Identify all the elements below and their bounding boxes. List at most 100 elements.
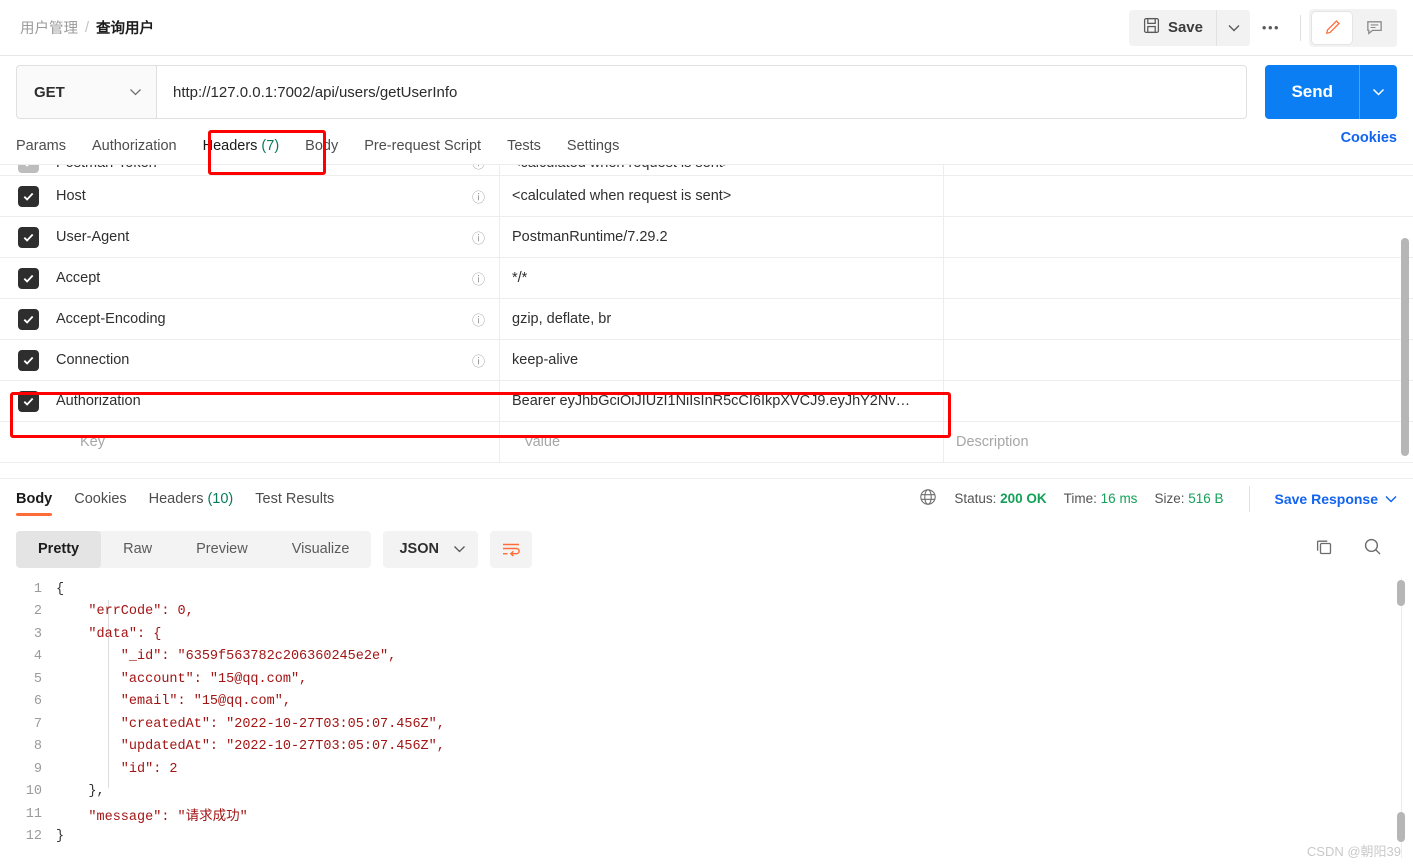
response-tab-test-results[interactable]: Test Results	[255, 480, 334, 518]
table-row-authorization[interactable]: Authorization Bearer eyJhbGciOiJIUzI1NiI…	[0, 380, 1413, 422]
tab-headers[interactable]: Headers (7)	[190, 130, 293, 168]
table-row[interactable]: Accept ⓘ */*	[0, 257, 1413, 299]
header-description-cell[interactable]	[944, 258, 1413, 299]
header-value-cell[interactable]: <calculated when request is sent>	[500, 175, 944, 217]
line-text: }	[56, 829, 65, 845]
row-checkbox-cell[interactable]	[0, 165, 56, 173]
header-key-cell[interactable]: Connection ⓘ	[56, 339, 500, 381]
header-key-cell[interactable]: User-Agent ⓘ	[56, 216, 500, 258]
code-line: 2 "errCode": 0,	[0, 601, 1413, 624]
header-description-cell[interactable]	[944, 381, 1413, 422]
row-checkbox[interactable]	[17, 165, 39, 173]
table-row[interactable]: Connection ⓘ keep-alive	[0, 339, 1413, 381]
new-key-input[interactable]: Key	[56, 421, 500, 463]
info-icon[interactable]: ⓘ	[472, 228, 485, 247]
row-checkbox[interactable]	[17, 390, 39, 412]
header-description-cell[interactable]	[944, 299, 1413, 340]
tab-body[interactable]: Body	[292, 130, 351, 162]
send-options-button[interactable]	[1359, 65, 1397, 119]
response-tab-body[interactable]: Body	[16, 480, 53, 518]
time-value: 16 ms	[1100, 491, 1138, 506]
info-icon[interactable]: ⓘ	[472, 165, 485, 172]
row-checkbox-cell[interactable]	[0, 185, 56, 207]
row-checkbox-cell[interactable]	[0, 308, 56, 330]
response-scrollbar-thumb[interactable]	[1397, 580, 1405, 606]
row-checkbox-cell[interactable]	[0, 267, 56, 289]
header-description-cell[interactable]	[944, 340, 1413, 381]
word-wrap-button[interactable]	[489, 530, 532, 568]
view-mode-preview[interactable]: Preview	[174, 531, 270, 568]
table-row[interactable]: Postman-Token ⓘ <calculated when request…	[0, 165, 1413, 183]
info-icon[interactable]: ⓘ	[472, 269, 485, 288]
info-icon[interactable]: ⓘ	[472, 310, 485, 329]
header-key-cell[interactable]: Accept ⓘ	[56, 257, 500, 299]
header-value-cell[interactable]: */*	[500, 257, 944, 299]
line-text: "createdAt": "2022-10-27T03:05:07.456Z",	[56, 716, 445, 732]
response-format-select[interactable]: JSON	[383, 530, 478, 568]
tab-label: Cookies	[74, 490, 127, 507]
row-checkbox[interactable]	[17, 349, 39, 371]
header-description-cell[interactable]	[944, 217, 1413, 258]
http-method-select[interactable]: GET	[16, 65, 156, 119]
response-tab-headers[interactable]: Headers (10)	[149, 480, 234, 518]
row-checkbox[interactable]	[17, 267, 39, 289]
table-row[interactable]: User-Agent ⓘ PostmanRuntime/7.29.2	[0, 216, 1413, 258]
row-checkbox[interactable]	[17, 308, 39, 330]
header-value-cell[interactable]: PostmanRuntime/7.29.2	[500, 216, 944, 258]
key-placeholder: Key	[80, 434, 105, 450]
tab-label: Authorization	[91, 138, 177, 154]
table-row-empty[interactable]: Key Value Description	[0, 421, 1413, 463]
save-response-button[interactable]: Save Response	[1275, 491, 1398, 507]
more-actions-button[interactable]: •••	[1250, 10, 1292, 46]
headers-table-scrollbar[interactable]	[1401, 238, 1409, 456]
tab-tests[interactable]: Tests	[494, 130, 554, 162]
search-icon[interactable]	[1362, 536, 1383, 562]
view-mode-visualize[interactable]: Visualize	[270, 531, 372, 568]
header-description-cell[interactable]	[944, 176, 1413, 217]
url-input[interactable]: http://127.0.0.1:7002/api/users/getUserI…	[156, 65, 1248, 119]
response-body-code[interactable]: 1{ 2 "errCode": 0, 3 "data": { 4 "_id": …	[0, 578, 1413, 868]
view-mode-pretty[interactable]: Pretty	[16, 530, 102, 568]
view-mode-raw[interactable]: Raw	[101, 531, 174, 568]
send-button[interactable]: Send	[1265, 65, 1359, 119]
edit-request-button[interactable]	[1312, 11, 1352, 44]
info-icon[interactable]: ⓘ	[472, 351, 485, 370]
row-checkbox-cell[interactable]	[0, 390, 56, 412]
response-tab-cookies[interactable]: Cookies	[74, 480, 126, 518]
header-key-cell[interactable]: Accept-Encoding ⓘ	[56, 298, 500, 340]
tab-settings[interactable]: Settings	[554, 130, 632, 162]
new-value-input[interactable]: Value	[500, 421, 944, 463]
send-group: Send	[1265, 65, 1397, 119]
code-line: 4 "_id": "6359f563782c206360245e2e",	[0, 646, 1413, 669]
response-body-actions	[1314, 536, 1397, 562]
new-description-input[interactable]: Description	[944, 422, 1413, 463]
save-button[interactable]: Save	[1129, 10, 1216, 46]
time-badge[interactable]: Time: 16 ms	[1064, 491, 1138, 506]
info-icon[interactable]: ⓘ	[472, 187, 485, 206]
header-key-cell[interactable]: Host ⓘ	[56, 175, 500, 217]
header-key-cell[interactable]: Authorization	[56, 380, 500, 422]
breadcrumb-parent[interactable]: 用户管理	[20, 17, 78, 38]
header-value-cell[interactable]: gzip, deflate, br	[500, 298, 944, 340]
save-dropdown-button[interactable]	[1216, 9, 1250, 46]
comments-button[interactable]	[1354, 12, 1394, 44]
row-checkbox-cell[interactable]	[0, 226, 56, 248]
tab-authorization[interactable]: Authorization	[79, 130, 190, 162]
table-row[interactable]: Host ⓘ <calculated when request is sent>	[0, 175, 1413, 217]
size-badge[interactable]: Size: 516 B	[1154, 491, 1223, 506]
tab-label: Settings	[566, 138, 620, 154]
cookies-link[interactable]: Cookies	[1341, 130, 1397, 146]
response-scrollbar-thumb-bottom[interactable]	[1397, 812, 1405, 842]
row-checkbox-cell[interactable]	[0, 349, 56, 371]
table-row[interactable]: Accept-Encoding ⓘ gzip, deflate, br	[0, 298, 1413, 340]
tab-pre-request-script[interactable]: Pre-request Script	[351, 130, 494, 162]
tab-params[interactable]: Params	[16, 130, 79, 162]
status-badge[interactable]: Status: 200 OK	[954, 491, 1046, 506]
header-value-cell[interactable]: Bearer eyJhbGciOiJIUzI1NiIsInR5cCI6IkpXV…	[500, 380, 944, 422]
header-value-cell[interactable]: keep-alive	[500, 339, 944, 381]
copy-icon[interactable]	[1314, 537, 1334, 562]
globe-icon	[919, 488, 937, 509]
row-checkbox[interactable]	[17, 185, 39, 207]
breadcrumb: 用户管理 / 查询用户	[0, 17, 154, 38]
row-checkbox[interactable]	[17, 226, 39, 248]
